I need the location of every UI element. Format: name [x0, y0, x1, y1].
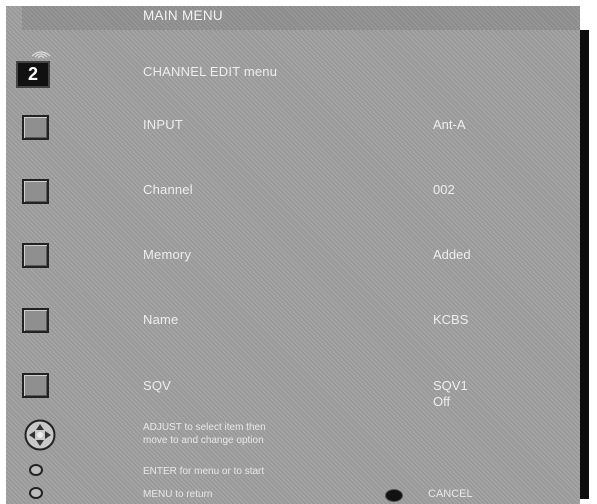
instruction-adjust-line2: move to and change option: [143, 435, 264, 446]
sqv-select-button[interactable]: [22, 373, 49, 398]
menu-item-sqv-value-secondary[interactable]: Off: [433, 394, 450, 409]
window-title: MAIN MENU: [143, 8, 223, 23]
input-select-button[interactable]: [22, 115, 49, 140]
directional-pad-icon[interactable]: [24, 419, 56, 451]
menu-item-name-value[interactable]: KCBS: [433, 312, 468, 327]
menu-item-input-label: INPUT: [143, 117, 183, 132]
menu-item-sqv-label: SQV: [143, 378, 172, 393]
menu-item-input-value[interactable]: Ant-A: [433, 117, 466, 132]
channel-select-button[interactable]: [22, 179, 49, 204]
menu-heading: CHANNEL EDIT menu: [143, 64, 278, 79]
cancel-label: CANCEL: [428, 488, 473, 500]
instruction-enter-line: ENTER for menu or to start: [143, 466, 265, 477]
enter-button-icon[interactable]: [29, 464, 43, 476]
cancel-button-icon[interactable]: [385, 489, 403, 502]
menu-item-name-label: Name: [143, 312, 179, 327]
main-menu-panel: [6, 6, 580, 504]
menu-item-memory-label: Memory: [143, 247, 192, 262]
menu-button-icon[interactable]: [29, 487, 43, 499]
memory-select-button[interactable]: [22, 243, 49, 268]
menu-item-sqv-value[interactable]: SQV1: [433, 378, 468, 393]
signal-waves-icon: [31, 51, 51, 59]
menu-item-channel-value[interactable]: 002: [433, 182, 455, 197]
instruction-adjust-line1: ADJUST to select item then: [143, 422, 266, 433]
channel-number-indicator: 2: [16, 61, 50, 88]
instruction-menu-line: MENU to return: [143, 489, 213, 500]
name-select-button[interactable]: [22, 308, 49, 333]
menu-item-memory-value[interactable]: Added: [433, 247, 471, 262]
title-bar: [22, 6, 580, 30]
menu-item-channel-label: Channel: [143, 182, 193, 197]
